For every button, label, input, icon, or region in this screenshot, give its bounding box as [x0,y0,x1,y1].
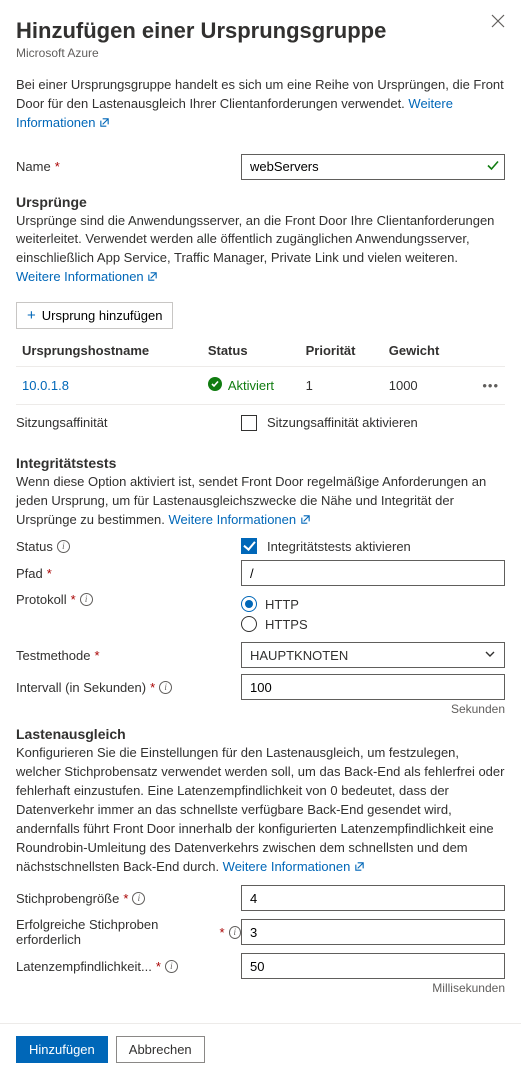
origins-description: Ursprünge sind die Anwendungsserver, an … [16,212,505,288]
origins-learn-more-link[interactable]: Weitere Informationen [16,269,158,284]
external-link-icon [99,115,110,134]
col-weight: Gewicht [383,335,466,367]
origins-table: Ursprungshostname Status Priorität Gewic… [16,335,505,405]
submit-button[interactable]: Hinzufügen [16,1036,108,1063]
col-hostname: Ursprungshostname [16,335,202,367]
health-probes-learn-more-link[interactable]: Weitere Informationen [168,512,310,527]
protocol-https-radio[interactable] [241,616,257,632]
info-icon[interactable]: i [132,892,145,905]
add-origin-button[interactable]: + Ursprung hinzufügen [16,302,173,329]
sample-size-input[interactable] [241,885,505,911]
table-row: 10.0.1.8 Aktiviert 1 1000 ••• [16,366,505,404]
sample-size-label: Stichprobengröße* i [16,891,241,906]
load-balancing-heading: Lastenausgleich [16,726,505,742]
probe-method-select[interactable]: HAUPTKNOTEN [241,642,505,668]
page-subtitle: Microsoft Azure [16,46,386,60]
row-actions-menu[interactable]: ••• [466,366,505,404]
session-affinity-checkbox[interactable] [241,415,257,431]
intro-text: Bei einer Ursprungsgruppe handelt es sic… [16,76,505,134]
probe-status-label: Status i [16,539,241,554]
col-priority: Priorität [300,335,383,367]
cancel-button[interactable]: Abbrechen [116,1036,205,1063]
latency-sensitivity-label: Latenzempfindlichkeit... * i [16,959,241,974]
protocol-https-label: HTTPS [265,617,308,632]
interval-input[interactable] [241,674,505,700]
interval-label: Intervall (in Sekunden) * i [16,680,241,695]
info-icon[interactable]: i [229,926,241,939]
col-status: Status [202,335,300,367]
external-link-icon [300,512,311,531]
plus-icon: + [27,308,36,323]
info-icon[interactable]: i [57,540,70,553]
origin-priority: 1 [300,366,383,404]
probe-path-input[interactable] [241,560,505,586]
session-affinity-checkbox-label: Sitzungsaffinität aktivieren [267,415,418,430]
info-icon[interactable]: i [165,960,178,973]
external-link-icon [147,269,158,288]
close-icon[interactable] [491,10,505,36]
health-probes-heading: Integritätstests [16,455,505,471]
probe-status-checkbox-label: Integritätstests aktivieren [267,539,411,554]
probe-method-label: Testmethode * [16,648,241,663]
latency-sensitivity-input[interactable] [241,953,505,979]
load-balancing-description: Konfigurieren Sie die Einstellungen für … [16,744,505,877]
probe-path-label: Pfad * [16,566,241,581]
chevron-down-icon [484,648,496,663]
checkmark-icon [487,159,499,174]
protocol-http-radio[interactable] [241,596,257,612]
probe-status-checkbox[interactable] [241,538,257,554]
successful-samples-label: Erfolgreiche Stichproben erforderlich * … [16,917,241,947]
protocol-http-label: HTTP [265,597,299,612]
info-icon[interactable]: i [80,593,93,606]
latency-unit: Millisekunden [16,981,505,995]
info-icon[interactable]: i [159,681,172,694]
protocol-label: Protokoll * i [16,592,241,607]
origin-status-text: Aktiviert [228,378,274,393]
successful-samples-input[interactable] [241,919,505,945]
session-affinity-label: Sitzungsaffinität [16,415,241,430]
origins-heading: Ursprünge [16,194,505,210]
origin-host-link[interactable]: 10.0.1.8 [22,378,69,393]
name-input[interactable] [241,154,505,180]
external-link-icon [354,859,365,878]
page-title: Hinzufügen einer Ursprungsgruppe [16,18,386,44]
interval-unit: Sekunden [16,702,505,716]
load-balancing-learn-more-link[interactable]: Weitere Informationen [223,859,365,874]
origin-weight: 1000 [383,366,466,404]
status-active-icon [208,377,222,394]
name-label: Name* [16,159,241,174]
health-probes-description: Wenn diese Option aktiviert ist, sendet … [16,473,505,531]
